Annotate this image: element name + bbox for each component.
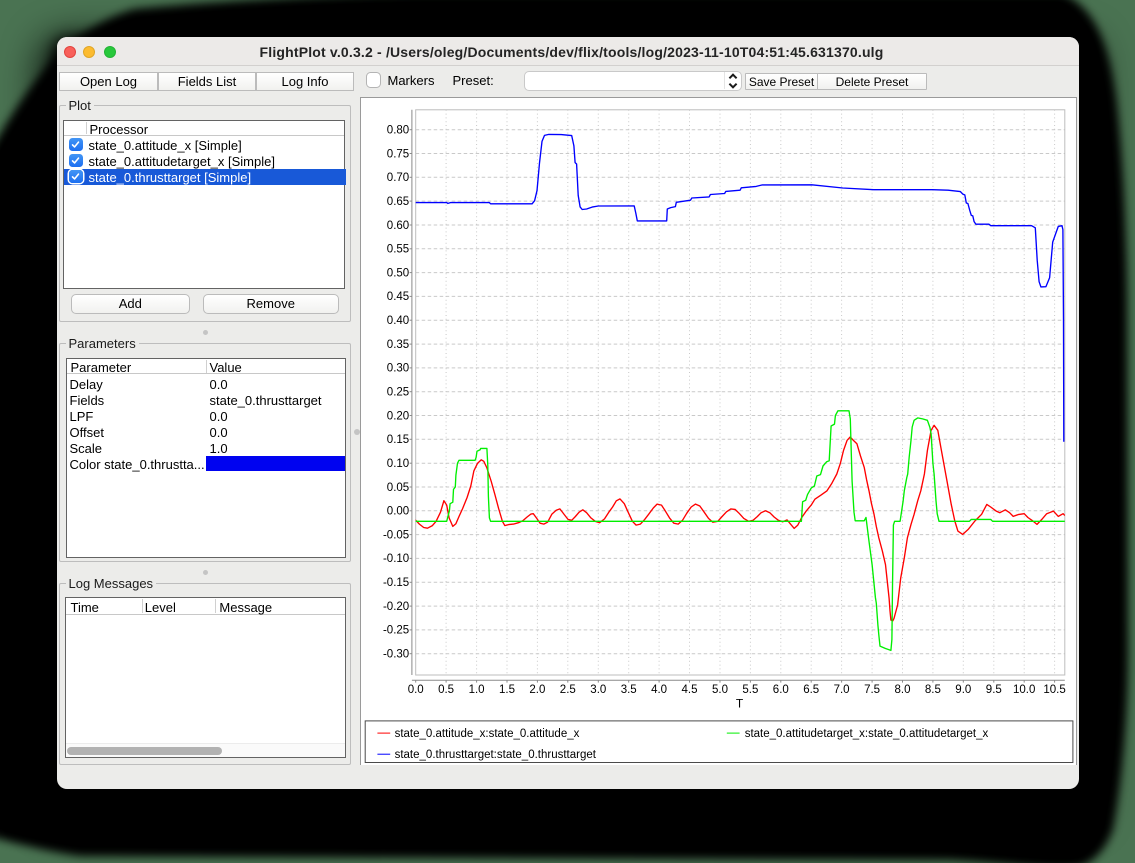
svg-text:-0.20: -0.20 (383, 601, 409, 613)
svg-text:-0.15: -0.15 (383, 577, 409, 589)
svg-text:0.80: 0.80 (387, 125, 409, 137)
svg-text:6.5: 6.5 (803, 684, 819, 696)
svg-text:8.5: 8.5 (925, 684, 941, 696)
svg-text:0.35: 0.35 (387, 339, 409, 351)
svg-text:5.5: 5.5 (742, 684, 758, 696)
svg-text:9.0: 9.0 (955, 684, 971, 696)
svg-text:10.0: 10.0 (1013, 684, 1035, 696)
svg-text:0.25: 0.25 (387, 387, 409, 399)
svg-text:state_0.thrusttarget:state_0.t: state_0.thrusttarget:state_0.thrusttarge… (395, 749, 597, 761)
svg-text:8.0: 8.0 (895, 684, 911, 696)
svg-text:-0.05: -0.05 (383, 529, 409, 541)
svg-text:9.5: 9.5 (986, 684, 1002, 696)
svg-text:0.60: 0.60 (387, 220, 409, 232)
svg-text:0.05: 0.05 (387, 482, 409, 494)
svg-text:7.5: 7.5 (864, 684, 880, 696)
svg-text:0.50: 0.50 (387, 267, 409, 279)
svg-text:0.45: 0.45 (387, 291, 409, 303)
svg-text:0.0: 0.0 (408, 684, 424, 696)
svg-text:state_0.attitudetarget_x:state: state_0.attitudetarget_x:state_0.attitud… (745, 728, 989, 740)
svg-text:6.0: 6.0 (773, 684, 789, 696)
svg-text:0.40: 0.40 (387, 315, 409, 327)
svg-text:0.55: 0.55 (387, 244, 409, 256)
svg-text:0.15: 0.15 (387, 434, 409, 446)
svg-text:0.00: 0.00 (387, 506, 409, 518)
svg-text:5.0: 5.0 (712, 684, 728, 696)
svg-text:state_0.attitude_x:state_0.att: state_0.attitude_x:state_0.attitude_x (395, 728, 580, 740)
svg-text:0.20: 0.20 (387, 410, 409, 422)
svg-text:0.30: 0.30 (387, 363, 409, 375)
svg-text:1.5: 1.5 (499, 684, 515, 696)
svg-text:T: T (736, 697, 744, 711)
svg-text:1.0: 1.0 (469, 684, 485, 696)
svg-text:0.10: 0.10 (387, 458, 409, 470)
svg-text:3.5: 3.5 (621, 684, 637, 696)
svg-text:3.0: 3.0 (590, 684, 606, 696)
svg-text:-0.30: -0.30 (383, 649, 409, 661)
svg-text:2.0: 2.0 (529, 684, 545, 696)
svg-text:-0.25: -0.25 (383, 625, 409, 637)
svg-text:0.65: 0.65 (387, 196, 409, 208)
svg-text:10.5: 10.5 (1043, 684, 1065, 696)
svg-text:2.5: 2.5 (560, 684, 576, 696)
svg-text:4.0: 4.0 (651, 684, 667, 696)
svg-text:0.5: 0.5 (438, 684, 454, 696)
svg-text:0.75: 0.75 (387, 148, 409, 160)
svg-text:7.0: 7.0 (834, 684, 850, 696)
svg-text:4.5: 4.5 (682, 684, 698, 696)
svg-text:0.70: 0.70 (387, 172, 409, 184)
svg-text:-0.10: -0.10 (383, 553, 409, 565)
